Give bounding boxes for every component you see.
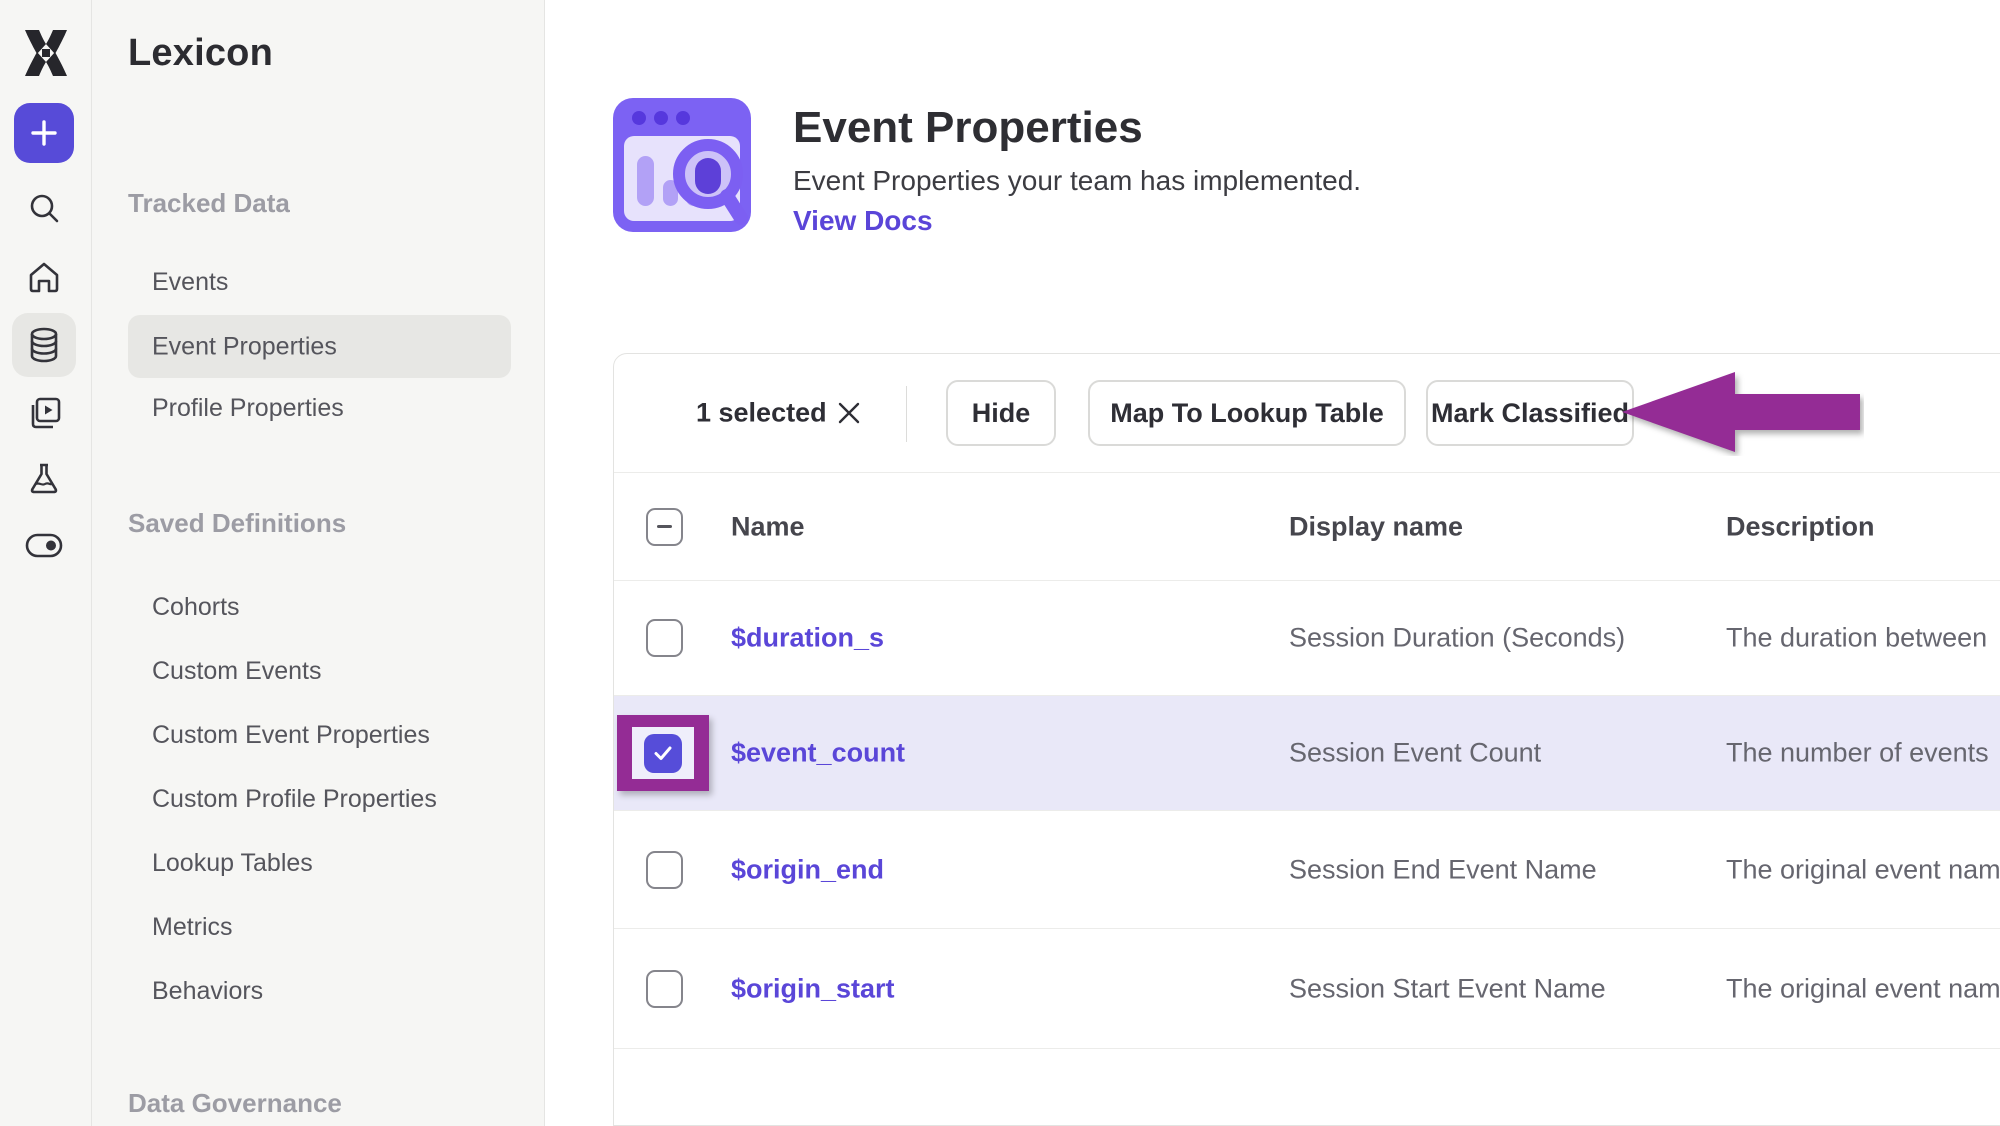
property-description: The duration between [1726,623,1987,654]
sidebar-item-custom-profile-properties[interactable]: Custom Profile Properties [152,780,437,818]
table-row: $duration_s Session Duration (Seconds) T… [614,581,2000,696]
property-display-name: Session End Event Name [1289,854,1597,885]
sidebar-item-cohorts[interactable]: Cohorts [152,588,240,626]
property-description: The original event nam [1726,854,2000,885]
mixpanel-logo-icon[interactable] [17,24,75,82]
plus-icon [27,116,61,150]
row-checkbox[interactable] [646,970,683,1008]
page-title: Event Properties [793,103,1143,153]
column-header-name: Name [731,511,805,542]
property-display-name: Session Duration (Seconds) [1289,623,1625,654]
mark-classified-button[interactable]: Mark Classified [1426,380,1634,446]
property-name-link[interactable]: $duration_s [731,623,884,654]
sidebar-item-lookup-tables[interactable]: Lookup Tables [152,844,313,882]
table-row: $origin_start Session Start Event Name T… [614,929,2000,1049]
check-icon [651,741,675,765]
section-header-saved-definitions: Saved Definitions [128,508,346,539]
home-icon[interactable] [12,245,76,309]
property-name-link[interactable]: $event_count [731,738,905,769]
property-display-name: Session Start Event Name [1289,973,1606,1004]
table-header-row: Name Display name Description [614,473,2000,581]
lexicon-event-properties-page: { "colors": { "accent_purple": "#574bd8"… [0,0,2000,1126]
indeterminate-dash [657,525,672,528]
row-checkbox[interactable] [646,851,683,889]
sidebar-item-label: Event Properties [152,332,337,361]
column-header-display: Display name [1289,511,1463,542]
sidebar-item-events[interactable]: Events [152,263,228,301]
event-properties-app-icon [612,96,752,234]
column-header-description: Description [1726,511,1875,542]
property-description: The original event nam [1726,973,2000,1004]
row-checkbox-checked[interactable] [644,734,682,773]
row-checkbox[interactable] [646,619,683,657]
annotation-highlight-inner [632,727,694,779]
view-docs-link[interactable]: View Docs [793,205,933,237]
property-name-link[interactable]: $origin_start [731,973,895,1004]
table-row-selected: $event_count Session Event Count The num… [614,696,2000,811]
sidebar: Lexicon Tracked Data Events Event Proper… [92,0,545,1126]
annotation-highlight-box [617,715,709,791]
annotation-arrow-icon [1620,370,1864,456]
page-subtitle: Event Properties your team has implement… [793,165,1361,197]
property-display-name: Session Event Count [1289,738,1541,769]
property-description: The number of events [1726,738,1989,769]
table-row: $origin_end Session End Event Name The o… [614,811,2000,929]
search-icon[interactable] [12,176,76,240]
hide-button[interactable]: Hide [946,380,1056,446]
clear-selection-icon[interactable] [832,396,866,430]
selected-count-label: 1 selected [696,398,827,429]
data-management-icon[interactable] [12,313,76,377]
map-to-lookup-table-button[interactable]: Map To Lookup Table [1088,380,1406,446]
sidebar-item-metrics[interactable]: Metrics [152,908,233,946]
section-header-tracked-data: Tracked Data [128,188,290,219]
section-header-data-governance: Data Governance [128,1088,342,1119]
sidebar-item-custom-events[interactable]: Custom Events [152,652,322,690]
sidebar-item-behaviors[interactable]: Behaviors [152,972,263,1010]
experiments-flask-icon[interactable] [12,447,76,511]
sidebar-title: Lexicon [128,32,273,75]
boards-replay-icon[interactable] [12,381,76,445]
nav-rail [0,0,92,1126]
sidebar-item-event-properties[interactable]: Event Properties [128,315,511,378]
toolbar-divider [906,386,907,442]
property-name-link[interactable]: $origin_end [731,854,884,885]
sidebar-item-profile-properties[interactable]: Profile Properties [152,389,344,427]
event-properties-table-card: 1 selected Hide Map To Lookup Table Mark… [613,353,2000,1126]
sidebar-item-custom-event-properties[interactable]: Custom Event Properties [152,716,430,754]
create-button[interactable] [14,103,74,163]
feature-flags-toggle-icon[interactable] [12,514,76,578]
select-all-checkbox-indeterminate[interactable] [646,508,683,546]
